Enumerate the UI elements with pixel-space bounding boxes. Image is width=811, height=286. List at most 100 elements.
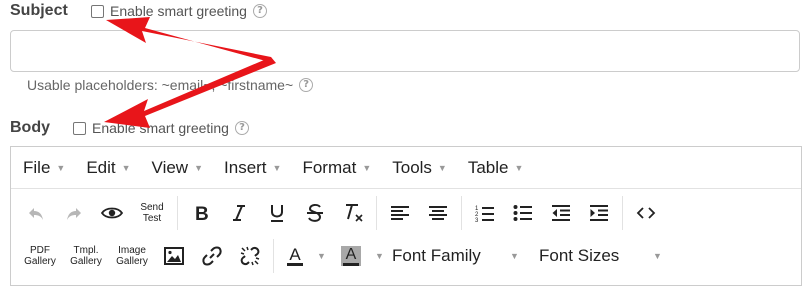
text-color-glyph: A xyxy=(289,245,301,264)
help-icon[interactable]: ? xyxy=(299,78,314,92)
italic-icon xyxy=(233,205,245,221)
indent-icon xyxy=(590,205,608,221)
underline-icon xyxy=(271,205,283,222)
font-sizes-label: Font Sizes xyxy=(539,246,620,265)
background-color-icon: A xyxy=(341,246,361,266)
outdent-button[interactable] xyxy=(543,195,579,231)
image-gallery-label: Image Gallery xyxy=(116,245,148,267)
image-icon xyxy=(164,247,184,265)
menu-tools[interactable]: Tools ▼ xyxy=(392,158,447,178)
toolbar-divider xyxy=(376,196,377,230)
underline-button[interactable] xyxy=(259,195,295,231)
svg-text:3: 3 xyxy=(475,218,479,222)
font-family-dropdown[interactable]: Font Family ▼ xyxy=(386,246,534,266)
menu-insert[interactable]: Insert ▼ xyxy=(224,158,281,178)
bold-icon: B xyxy=(195,204,209,222)
pdf-gallery-label: PDF Gallery xyxy=(24,245,56,267)
subject-label: Subject xyxy=(10,2,68,19)
subject-input[interactable] xyxy=(10,30,800,72)
chevron-down-icon: ▼ xyxy=(121,162,131,173)
editor-toolbar-row-2: PDF Gallery Tmpl. Gallery Image Gallery … xyxy=(11,234,801,278)
chevron-down-icon: ▼ xyxy=(375,251,384,261)
editor-menubar: File ▼ Edit ▼ View ▼ Insert ▼ Format ▼ Tools ▼… xyxy=(11,147,801,189)
chevron-down-icon: ▼ xyxy=(362,162,372,173)
text-color-button[interactable]: A ▼ xyxy=(279,238,331,274)
toolbar-divider xyxy=(461,196,462,230)
menu-label: Format xyxy=(302,157,357,177)
strikethrough-icon xyxy=(307,203,323,222)
menu-label: Tools xyxy=(392,157,432,177)
undo-button[interactable] xyxy=(18,195,54,231)
indent-button[interactable] xyxy=(581,195,617,231)
italic-button[interactable] xyxy=(221,195,257,231)
placeholders-hint-row: Usable placeholders: ~email~, ~firstname… xyxy=(27,77,314,93)
align-left-icon xyxy=(391,206,409,220)
subject-smart-greeting-label[interactable]: Enable smart greeting xyxy=(110,3,247,19)
clear-formatting-button[interactable] xyxy=(335,195,371,231)
outdent-icon xyxy=(552,205,570,221)
menu-label: File xyxy=(23,157,51,177)
menu-format[interactable]: Format ▼ xyxy=(302,158,371,178)
placeholders-hint: Usable placeholders: ~email~, ~firstname… xyxy=(27,77,294,93)
align-center-icon xyxy=(429,206,447,220)
numbered-list-button[interactable]: 123 xyxy=(467,195,503,231)
insert-link-button[interactable] xyxy=(194,238,230,274)
redo-button[interactable] xyxy=(56,195,92,231)
chevron-down-icon: ▼ xyxy=(56,162,66,173)
send-test-button[interactable]: Send Test xyxy=(132,195,172,231)
font-family-label: Font Family xyxy=(392,246,481,265)
tmpl-gallery-button[interactable]: Tmpl. Gallery xyxy=(64,238,108,274)
chevron-down-icon: ▼ xyxy=(510,251,519,261)
subject-smart-greeting-row: Enable smart greeting ? xyxy=(91,3,267,19)
body-smart-greeting-label[interactable]: Enable smart greeting xyxy=(92,120,229,136)
bg-color-glyph: A xyxy=(345,246,357,263)
toolbar-divider xyxy=(177,196,178,230)
chevron-down-icon: ▼ xyxy=(317,251,326,261)
chevron-down-icon: ▼ xyxy=(653,251,662,261)
toolbar-divider xyxy=(273,239,274,273)
svg-text:B: B xyxy=(195,204,209,222)
image-gallery-button[interactable]: Image Gallery xyxy=(110,238,154,274)
tmpl-gallery-label: Tmpl. Gallery xyxy=(70,245,102,267)
menu-label: Table xyxy=(467,157,509,177)
unlink-icon xyxy=(240,246,260,266)
bullet-list-button[interactable] xyxy=(505,195,541,231)
body-smart-greeting-row: Enable smart greeting ? xyxy=(73,120,249,136)
clear-formatting-icon xyxy=(346,204,363,222)
align-center-button[interactable] xyxy=(420,195,456,231)
send-test-label: Send Test xyxy=(140,202,164,224)
subject-smart-greeting-checkbox[interactable] xyxy=(91,4,104,18)
source-code-button[interactable] xyxy=(628,195,664,231)
unlink-button[interactable] xyxy=(232,238,268,274)
chevron-down-icon: ▼ xyxy=(272,162,282,173)
menu-file[interactable]: File ▼ xyxy=(23,158,65,178)
editor-toolbar-row-1: Send Test B 123 xyxy=(11,191,801,235)
numbered-list-icon: 123 xyxy=(475,206,494,222)
body-smart-greeting-checkbox[interactable] xyxy=(73,121,86,135)
bold-button[interactable]: B xyxy=(183,195,219,231)
preview-eye-icon xyxy=(101,207,123,219)
strikethrough-button[interactable] xyxy=(297,195,333,231)
menu-view[interactable]: View ▼ xyxy=(152,158,203,178)
help-icon[interactable]: ? xyxy=(252,4,267,18)
help-icon[interactable]: ? xyxy=(234,121,249,135)
redo-icon xyxy=(67,208,81,220)
undo-icon xyxy=(29,208,43,220)
menu-label: Insert xyxy=(224,157,267,177)
font-sizes-dropdown[interactable]: Font Sizes ▼ xyxy=(534,246,674,266)
source-code-icon xyxy=(636,207,656,219)
chevron-down-icon: ▼ xyxy=(437,162,447,173)
background-color-button[interactable]: A ▼ xyxy=(333,238,385,274)
bullet-list-icon xyxy=(513,205,532,221)
chevron-down-icon: ▼ xyxy=(514,162,524,173)
menu-label: Edit xyxy=(86,157,116,177)
align-left-button[interactable] xyxy=(382,195,418,231)
text-color-icon: A xyxy=(287,246,303,266)
menu-edit[interactable]: Edit ▼ xyxy=(86,158,130,178)
insert-image-button[interactable] xyxy=(156,238,192,274)
menu-label: View xyxy=(151,157,189,177)
menu-table[interactable]: Table ▼ xyxy=(468,158,524,178)
chevron-down-icon: ▼ xyxy=(194,162,204,173)
preview-button[interactable] xyxy=(94,195,130,231)
pdf-gallery-button[interactable]: PDF Gallery xyxy=(18,238,62,274)
